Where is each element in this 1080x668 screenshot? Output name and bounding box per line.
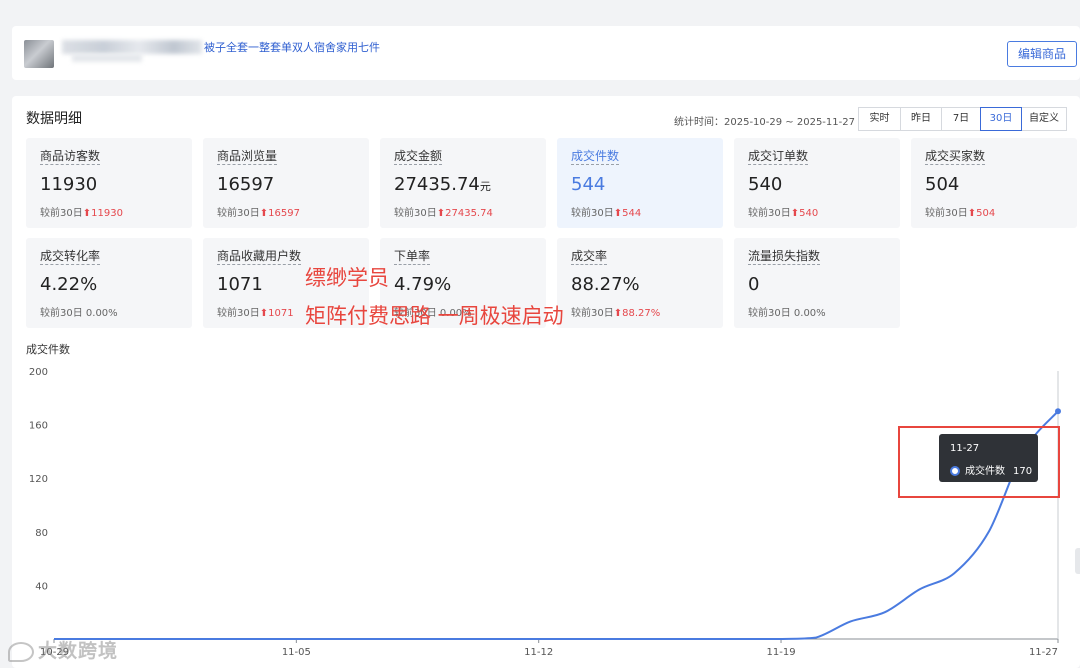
overlay-text-line2: 矩阵付费思路 一周极速启动 bbox=[305, 304, 564, 328]
watermark-logo-icon bbox=[8, 641, 34, 662]
y-tick-label: 160 bbox=[29, 421, 48, 432]
series-dot-icon bbox=[950, 466, 960, 476]
tooltip-value: 170 bbox=[1013, 466, 1033, 477]
tooltip-row: 成交件数 170 bbox=[950, 462, 1032, 477]
side-scroll-handle[interactable] bbox=[1075, 548, 1080, 574]
watermark: 大数跨境 bbox=[8, 636, 118, 663]
tab-30days[interactable]: 30日 bbox=[980, 107, 1022, 131]
items-sold-line-chart: 200160120804010-29 11-05 11-12 11-19 11-27 bbox=[29, 367, 1061, 658]
x-tick-label: 11-27 bbox=[1029, 647, 1058, 658]
y-tick-label: 200 bbox=[29, 367, 48, 378]
overlay-text-line1: 缥缈学员 bbox=[305, 266, 389, 290]
x-tick-label: 11-05 bbox=[282, 647, 311, 658]
x-tick-label: 11-12 bbox=[524, 647, 553, 658]
y-tick-label: 80 bbox=[35, 528, 48, 539]
data-point-last bbox=[1055, 408, 1061, 415]
tooltip-date: 11-27 bbox=[950, 443, 980, 454]
chart-tooltip: 11-27 成交件数 170 bbox=[939, 434, 1038, 482]
x-tick-label: 11-19 bbox=[767, 647, 796, 658]
y-tick-label: 120 bbox=[29, 474, 48, 485]
watermark-text: 大数跨境 bbox=[38, 640, 119, 662]
tooltip-series: 成交件数 bbox=[965, 466, 1005, 477]
y-tick-label: 40 bbox=[35, 581, 48, 592]
